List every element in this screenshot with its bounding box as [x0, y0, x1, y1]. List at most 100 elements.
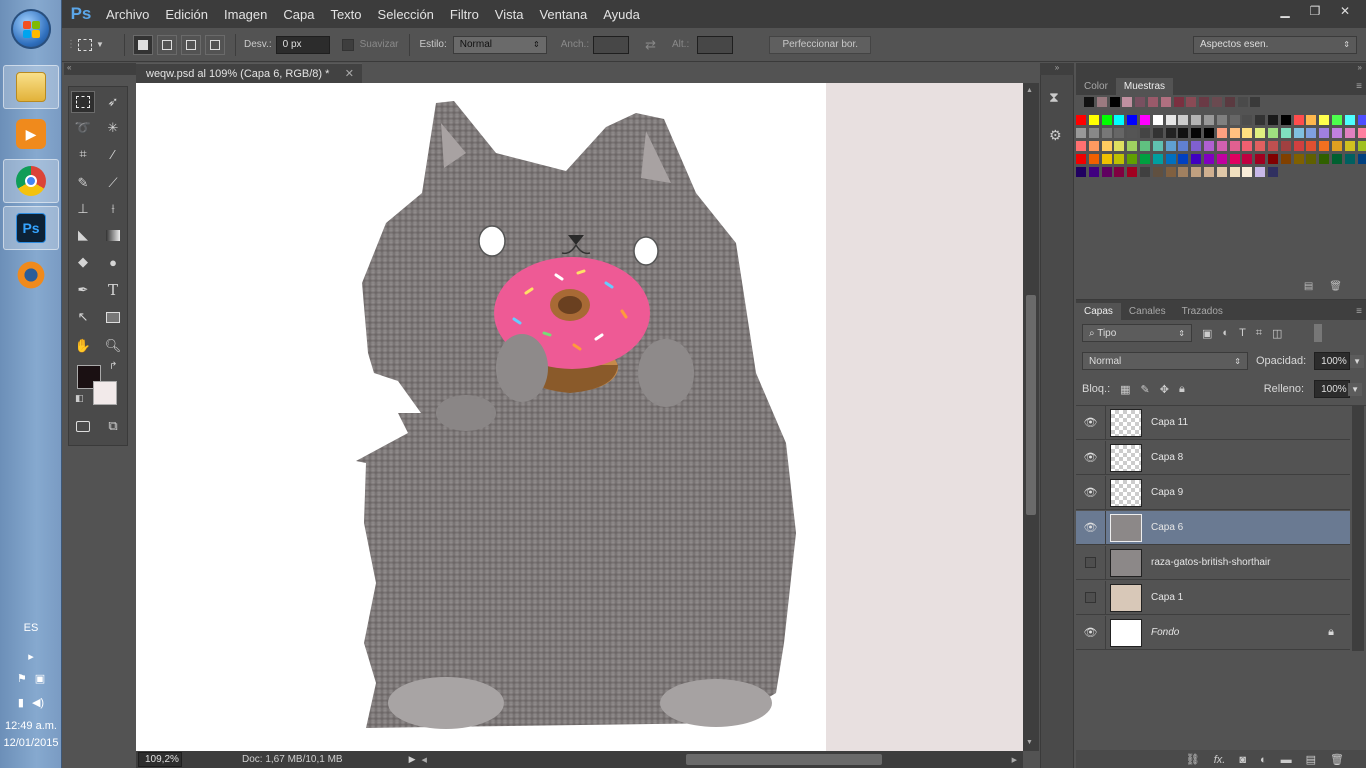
swatch[interactable]	[1212, 97, 1222, 107]
swatch[interactable]	[1242, 141, 1253, 151]
taskbar-chrome-button[interactable]	[3, 159, 59, 203]
panel-menu-icon[interactable]: ≡	[1352, 303, 1366, 320]
swatch[interactable]	[1076, 115, 1086, 125]
swatch[interactable]	[1152, 128, 1163, 138]
menu-archivo[interactable]: Archivo	[98, 7, 157, 22]
swatch[interactable]	[1152, 154, 1163, 164]
canvas-area[interactable]	[136, 83, 1023, 751]
layer-filter-select[interactable]: ⌕ Tipo ⇕	[1082, 324, 1192, 342]
swatch[interactable]	[1268, 115, 1278, 125]
swatch[interactable]	[1101, 167, 1112, 177]
new-group-icon[interactable]: ▬	[1281, 754, 1292, 766]
tab-channels[interactable]: Canales	[1121, 303, 1174, 320]
intersect-selection-button[interactable]	[205, 34, 225, 55]
swap-colors-icon[interactable]: ↱	[109, 361, 117, 372]
lasso-tool[interactable]: ➰	[71, 117, 95, 139]
panel-strip-collapse[interactable]: »	[1040, 63, 1074, 75]
swatch[interactable]	[1357, 141, 1366, 151]
swatch[interactable]	[1140, 128, 1150, 138]
rect-marquee-tool[interactable]	[71, 91, 95, 113]
scroll-down-arrow[interactable]: ▼	[1026, 739, 1033, 746]
filter-pixel-icon[interactable]: ▣	[1202, 327, 1212, 340]
volume-icon[interactable]: ◀)	[32, 696, 44, 709]
swatch[interactable]	[1216, 154, 1227, 164]
layer-row[interactable]: 👁︎ Capa 6	[1076, 510, 1350, 545]
swatch[interactable]	[1186, 97, 1197, 107]
swatch[interactable]	[1237, 97, 1248, 107]
move-tool[interactable]: ➶	[101, 91, 125, 113]
start-button[interactable]	[11, 9, 51, 49]
swatch[interactable]	[1242, 154, 1253, 164]
scroll-left-arrow[interactable]: ◀	[422, 756, 427, 764]
panel-dock-collapse[interactable]: »	[1076, 63, 1366, 75]
filter-type-icon[interactable]: T	[1239, 327, 1246, 339]
tool-preset-picker[interactable]: ▼	[78, 38, 118, 51]
swatch[interactable]	[1140, 154, 1150, 164]
swatch[interactable]	[1076, 167, 1086, 177]
swatch[interactable]	[1178, 115, 1189, 125]
lock-image-icon[interactable]: ✎	[1141, 383, 1150, 396]
eraser-tool[interactable]: ◣	[71, 224, 95, 246]
swatch[interactable]	[1229, 154, 1240, 164]
swatch[interactable]	[1178, 141, 1189, 151]
hand-tool[interactable]: ✋	[71, 335, 95, 357]
antialias-checkbox[interactable]	[341, 38, 354, 51]
menu-ventana[interactable]: Ventana	[531, 7, 595, 22]
crop-tool[interactable]: ⌗	[71, 143, 95, 165]
taskbar-explorer-button[interactable]	[3, 65, 59, 109]
tab-swatches[interactable]: Muestras	[1115, 78, 1174, 95]
rectangle-tool[interactable]	[101, 306, 125, 328]
layer-style-icon[interactable]: fx.	[1214, 754, 1226, 766]
swatch[interactable]	[1255, 115, 1266, 125]
path-selection-tool[interactable]: ↖	[71, 306, 95, 328]
swatch[interactable]	[1088, 128, 1099, 138]
tab-paths[interactable]: Trazados	[1174, 303, 1231, 320]
swatch[interactable]	[1306, 115, 1317, 125]
swatch[interactable]	[1148, 97, 1158, 107]
tools-collapse-arrow[interactable]: «	[64, 63, 136, 75]
swatch[interactable]	[1344, 128, 1355, 138]
properties-panel-icon[interactable]: ⚙	[1049, 127, 1062, 144]
history-panel-icon[interactable]: ⧗	[1049, 89, 1059, 106]
layer-row[interactable]: 👁︎ Capa 11	[1076, 405, 1350, 440]
swatch[interactable]	[1216, 128, 1227, 138]
lock-position-icon[interactable]: ✥	[1160, 383, 1169, 396]
document-tab[interactable]: weqw.psd al 109% (Capa 6, RGB/8) * ✕	[136, 63, 362, 83]
menu-texto[interactable]: Texto	[322, 7, 369, 22]
width-input[interactable]	[593, 35, 630, 54]
swatch[interactable]	[1357, 154, 1366, 164]
delete-layer-icon[interactable]: 🗑︎	[1330, 753, 1344, 766]
swatch[interactable]	[1204, 154, 1214, 164]
swatch[interactable]	[1268, 141, 1278, 151]
type-tool[interactable]: T	[101, 279, 125, 301]
swatch[interactable]	[1076, 141, 1086, 151]
swatch[interactable]	[1280, 115, 1291, 125]
swatch[interactable]	[1096, 97, 1107, 107]
new-swatch-icon[interactable]: ▤	[1304, 281, 1313, 297]
swatch[interactable]	[1280, 154, 1291, 164]
fill-slider-arrow[interactable]: ▼	[1348, 382, 1362, 396]
height-input[interactable]	[697, 35, 734, 54]
visibility-eye-icon[interactable]: 👁︎	[1076, 405, 1106, 440]
subtract-selection-button[interactable]	[181, 34, 201, 55]
swatch[interactable]	[1319, 115, 1330, 125]
fill-input[interactable]: 100%	[1314, 380, 1351, 398]
swatch[interactable]	[1255, 141, 1266, 151]
visibility-eye-icon[interactable]: 👁︎	[1076, 510, 1106, 545]
swatch[interactable]	[1101, 115, 1112, 125]
blend-mode-select[interactable]: Normal ⇕	[1082, 352, 1248, 370]
document-canvas[interactable]	[136, 83, 826, 751]
link-layers-icon[interactable]: ⛓︎	[1186, 753, 1200, 766]
swatch[interactable]	[1242, 167, 1253, 177]
dodge-tool[interactable]: ●	[101, 251, 125, 273]
swatch[interactable]	[1293, 141, 1304, 151]
swatch[interactable]	[1319, 141, 1330, 151]
taskbar-media-player-button[interactable]: ▶	[3, 112, 59, 156]
swatch[interactable]	[1216, 141, 1227, 151]
zoom-level-field[interactable]: 109,2%	[138, 752, 182, 767]
action-center-icon[interactable]: ⚑	[17, 672, 27, 685]
workspace-select[interactable]: Aspectos esen. ⇕	[1193, 35, 1357, 54]
swatch[interactable]	[1165, 115, 1176, 125]
swatch[interactable]	[1160, 97, 1171, 107]
taskbar-photoshop-button[interactable]: Ps	[3, 206, 59, 250]
